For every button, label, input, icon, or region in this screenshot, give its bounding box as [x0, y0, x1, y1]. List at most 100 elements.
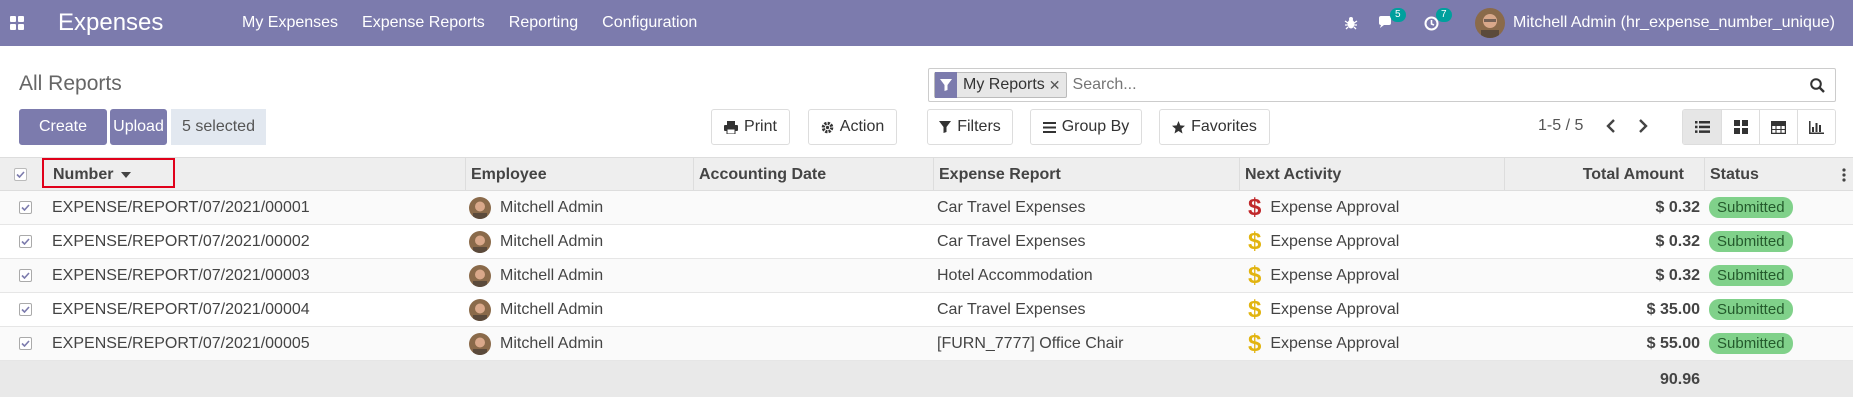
sort-caret-icon [121, 171, 132, 178]
row-checkbox[interactable] [19, 327, 32, 360]
cell-employee[interactable]: Mitchell Admin [469, 327, 693, 360]
employee-avatar [469, 298, 491, 321]
cell-status: Submitted [1709, 259, 1793, 292]
app-title[interactable]: Expenses [58, 9, 163, 37]
employee-avatar [469, 230, 491, 253]
row-checkbox[interactable] [19, 225, 32, 258]
search-facet: My Reports ✕ [934, 72, 1067, 98]
apps-menu-icon[interactable] [10, 16, 24, 30]
table-row[interactable]: EXPENSE/REPORT/07/2021/00004 Mitchell Ad… [0, 293, 1853, 327]
groupby-button[interactable]: Group By [1030, 109, 1142, 145]
optional-columns-icon[interactable] [1838, 158, 1852, 191]
column-next-activity[interactable]: Next Activity [1239, 158, 1504, 191]
cell-employee[interactable]: Mitchell Admin [469, 191, 693, 224]
cell-accounting-date [698, 293, 933, 326]
filter-icon [935, 72, 957, 98]
cell-employee[interactable]: Mitchell Admin [469, 293, 693, 326]
pager-value[interactable]: 1-5 / 5 [1538, 117, 1583, 135]
main-menu: My Expenses Expense Reports Reporting Co… [242, 0, 721, 46]
employee-name: Mitchell Admin [500, 232, 604, 250]
user-menu[interactable]: Mitchell Admin (hr_expense_number_unique… [1475, 8, 1835, 38]
bug-icon[interactable] [1344, 16, 1358, 30]
facet-label: My Reports [963, 76, 1045, 93]
cell-accounting-date [698, 225, 933, 258]
employee-avatar [469, 264, 491, 287]
activity-label: Expense Approval [1270, 300, 1400, 318]
select-all-checkbox[interactable] [14, 158, 27, 191]
dollar-icon[interactable]: $ [1248, 229, 1261, 253]
column-employee[interactable]: Employee [465, 158, 693, 191]
facet-remove-icon[interactable]: ✕ [1049, 77, 1066, 94]
cell-expense-report: Car Travel Expenses [937, 198, 1086, 216]
menu-my-expenses[interactable]: My Expenses [242, 14, 338, 32]
cell-next-activity[interactable]: $ Expense Approval [1248, 293, 1503, 326]
row-checkbox[interactable] [19, 259, 32, 292]
cell-employee[interactable]: Mitchell Admin [469, 259, 693, 292]
action-label: Action [839, 118, 885, 135]
cell-next-activity[interactable]: $ Expense Approval [1248, 327, 1503, 360]
row-checkbox[interactable] [19, 293, 32, 326]
pivot-view-icon[interactable] [1759, 110, 1797, 144]
favorites-label: Favorites [1191, 118, 1257, 135]
pager-next-icon[interactable] [1634, 116, 1652, 136]
activities-badge: 7 [1436, 7, 1452, 22]
cell-status: Submitted [1709, 293, 1793, 326]
search-input[interactable] [1072, 76, 1810, 94]
cell-next-activity[interactable]: $ Expense Approval [1248, 259, 1503, 292]
cell-total-amount: $ 0.32 [1655, 266, 1700, 284]
table-row[interactable]: EXPENSE/REPORT/07/2021/00001 Mitchell Ad… [0, 191, 1853, 225]
selected-count: 5 selected [171, 109, 266, 145]
cell-status: Submitted [1709, 327, 1793, 360]
cell-number: EXPENSE/REPORT/07/2021/00002 [52, 232, 310, 250]
search-icon[interactable] [1810, 77, 1825, 93]
dollar-icon[interactable]: $ [1248, 263, 1261, 287]
gear-icon [821, 121, 834, 134]
action-button[interactable]: Action [808, 109, 897, 145]
dollar-icon[interactable]: $ [1248, 331, 1261, 355]
table-row[interactable]: EXPENSE/REPORT/07/2021/00005 Mitchell Ad… [0, 327, 1853, 361]
column-status[interactable]: Status [1704, 158, 1834, 191]
status-badge: Submitted [1709, 333, 1793, 354]
table-row[interactable]: EXPENSE/REPORT/07/2021/00002 Mitchell Ad… [0, 225, 1853, 259]
table-row[interactable]: EXPENSE/REPORT/07/2021/00003 Mitchell Ad… [0, 259, 1853, 293]
employee-name: Mitchell Admin [500, 198, 604, 216]
menu-reporting[interactable]: Reporting [509, 14, 578, 32]
reports-table: Number Employee Accounting Date Expense … [0, 157, 1853, 397]
list-view-icon[interactable] [1683, 110, 1721, 144]
status-badge: Submitted [1709, 197, 1793, 218]
create-button[interactable]: Create [19, 109, 107, 145]
messaging-icon[interactable]: 5 [1378, 8, 1406, 30]
cell-number: EXPENSE/REPORT/07/2021/00001 [52, 198, 310, 216]
star-icon [1172, 120, 1186, 134]
menu-configuration[interactable]: Configuration [602, 14, 697, 32]
dollar-icon[interactable]: $ [1248, 195, 1261, 219]
cell-next-activity[interactable]: $ Expense Approval [1248, 225, 1503, 258]
cell-number: EXPENSE/REPORT/07/2021/00004 [52, 300, 310, 318]
kanban-view-icon[interactable] [1721, 110, 1759, 144]
dollar-icon[interactable]: $ [1248, 297, 1261, 321]
view-switcher [1682, 109, 1836, 145]
graph-view-icon[interactable] [1797, 110, 1835, 144]
column-total-amount[interactable]: Total Amount [1504, 158, 1704, 191]
employee-name: Mitchell Admin [500, 266, 604, 284]
favorites-button[interactable]: Favorites [1159, 109, 1270, 145]
print-button[interactable]: Print [711, 109, 790, 145]
cell-next-activity[interactable]: $ Expense Approval [1248, 191, 1503, 224]
activity-label: Expense Approval [1270, 198, 1400, 216]
systray: 5 7 Mitchell Admin (hr_expense_number_un… [1344, 0, 1853, 46]
filters-button[interactable]: Filters [927, 109, 1013, 145]
activity-label: Expense Approval [1270, 232, 1400, 250]
upload-button[interactable]: Upload [110, 109, 167, 145]
menu-expense-reports[interactable]: Expense Reports [362, 14, 485, 32]
column-accounting-date[interactable]: Accounting Date [693, 158, 933, 191]
cell-total-amount: $ 0.32 [1655, 198, 1700, 216]
search-bar: My Reports ✕ [928, 68, 1836, 102]
cell-status: Submitted [1709, 191, 1793, 224]
cell-total-amount: $ 0.32 [1655, 232, 1700, 250]
row-checkbox[interactable] [19, 191, 32, 224]
activity-clock-icon[interactable]: 7 [1424, 7, 1452, 31]
column-expense-report[interactable]: Expense Report [933, 158, 1239, 191]
pager-previous-icon[interactable] [1602, 116, 1620, 136]
column-number[interactable]: Number [47, 158, 465, 191]
cell-employee[interactable]: Mitchell Admin [469, 225, 693, 258]
